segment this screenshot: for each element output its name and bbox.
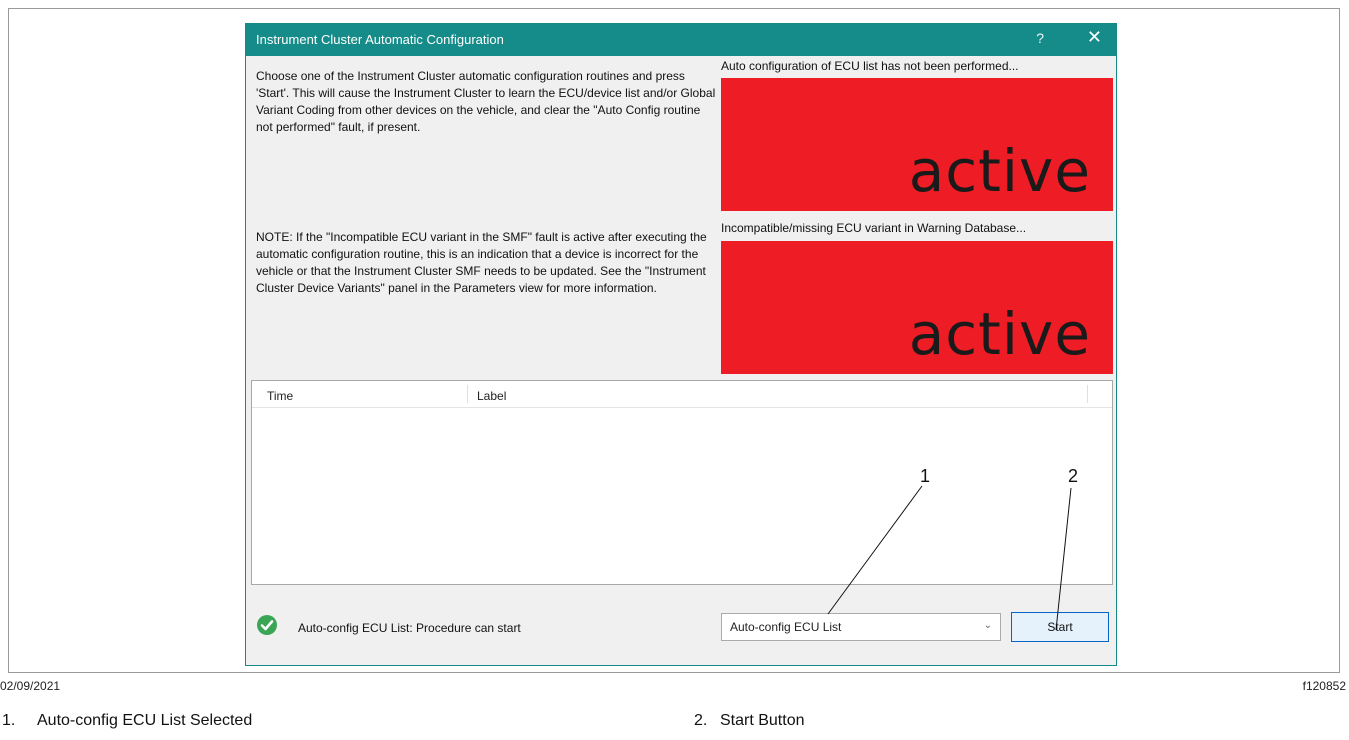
status-panel-incompatible-variant: active — [721, 241, 1113, 374]
caption-text-2: Start Button — [720, 712, 805, 729]
callout-number-1: 1 — [920, 466, 931, 486]
column-header-label[interactable]: Label — [477, 389, 506, 403]
figure-date: 02/09/2021 — [0, 679, 61, 693]
chevron-down-icon: ⌄ — [983, 620, 992, 631]
log-table[interactable]: Time Label — [251, 380, 1113, 585]
instructions-text: Choose one of the Instrument Cluster aut… — [256, 69, 716, 134]
close-button[interactable]: ✕ — [1087, 27, 1102, 48]
status-state-auto-config: active — [908, 137, 1091, 205]
caption-number-2: 2. — [694, 712, 708, 729]
status-caption-auto-config: Auto configuration of ECU list has not b… — [721, 59, 1019, 73]
routine-select-value: Auto-config ECU List — [730, 620, 842, 634]
caption-text-1: Auto-config ECU List Selected — [37, 712, 253, 729]
log-table-header: Time Label — [252, 381, 1112, 408]
figure-code: f120852 — [1302, 679, 1346, 693]
status-state-incompatible-variant: active — [908, 300, 1091, 368]
window-title: Instrument Cluster Automatic Configurati… — [256, 32, 504, 47]
procedure-status-message: Auto-config ECU List: Procedure can star… — [298, 621, 521, 635]
start-button[interactable]: Start — [1011, 612, 1109, 642]
auto-config-dialog: Instrument Cluster Automatic Configurati… — [245, 23, 1117, 666]
column-divider[interactable] — [467, 385, 468, 403]
check-circle-icon — [257, 615, 277, 635]
title-bar: Instrument Cluster Automatic Configurati… — [246, 24, 1116, 56]
column-divider[interactable] — [1087, 385, 1088, 403]
status-caption-incompatible-variant: Incompatible/missing ECU variant in Warn… — [721, 221, 1027, 235]
help-button[interactable]: ? — [1036, 30, 1044, 46]
column-header-time[interactable]: Time — [267, 389, 293, 403]
callout-number-2: 2 — [1068, 466, 1079, 486]
status-panel-auto-config: active — [721, 78, 1113, 211]
caption-number-1: 1. — [2, 712, 16, 729]
routine-select[interactable]: Auto-config ECU List ⌄ — [721, 613, 1001, 641]
note-text: NOTE: If the "Incompatible ECU variant i… — [256, 230, 707, 295]
